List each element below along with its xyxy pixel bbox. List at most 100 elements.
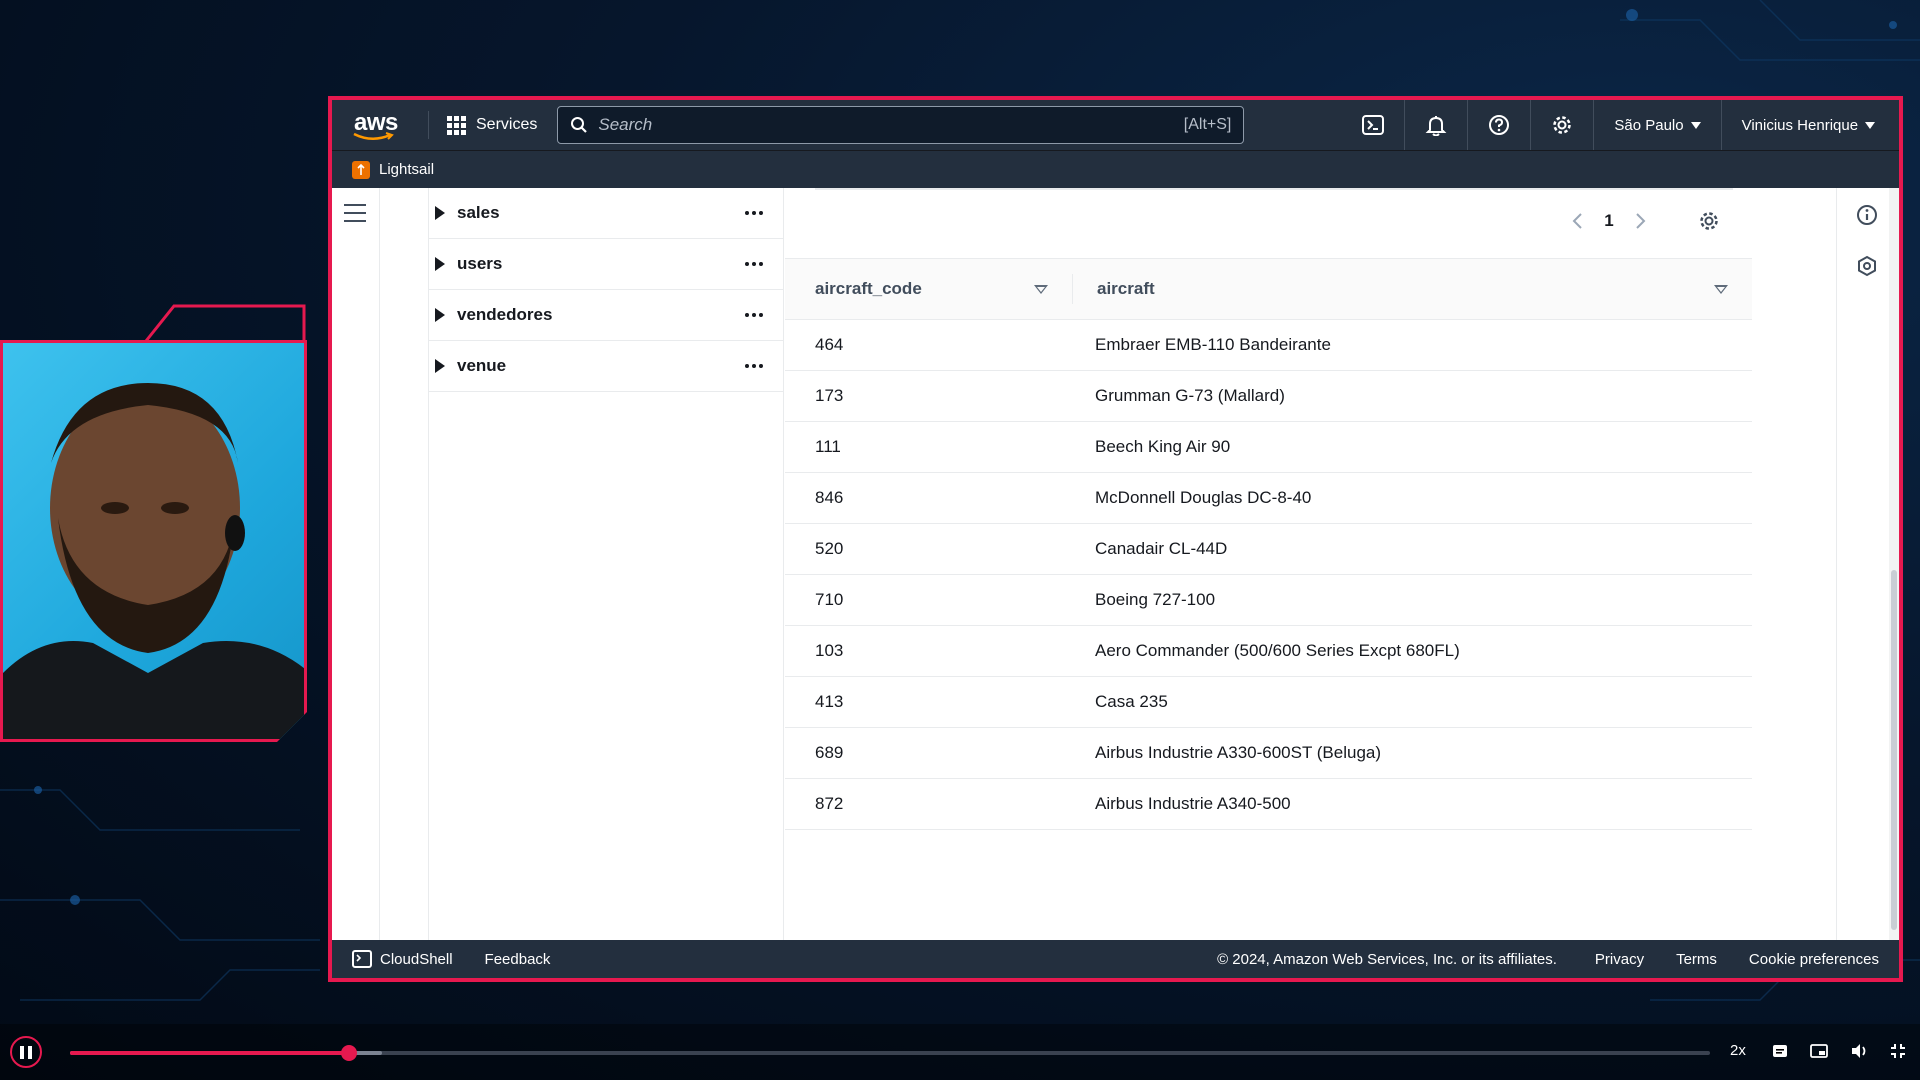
progress-track[interactable] — [70, 1045, 1710, 1061]
video-player-controls: 2x — [0, 1024, 1920, 1080]
progress-knob[interactable] — [340, 1045, 357, 1061]
expand-arrow-icon[interactable] — [435, 359, 445, 373]
aws-smile-icon — [353, 132, 394, 140]
expand-arrow-icon[interactable] — [435, 308, 445, 322]
volume-icon[interactable] — [1850, 1043, 1868, 1063]
chevron-right-icon — [1636, 213, 1646, 229]
cell-aircraft: Boeing 727-100 — [1095, 590, 1216, 609]
more-actions-icon[interactable] — [745, 313, 763, 317]
cell-aircraft-code: 413 — [815, 692, 844, 711]
expand-arrow-icon[interactable] — [435, 257, 445, 271]
lightsail-icon — [352, 160, 370, 179]
page-scrollbar[interactable] — [1889, 188, 1899, 940]
column-header-aircraft-code[interactable]: aircraft_code — [785, 274, 1073, 304]
cell-aircraft-code: 872 — [815, 794, 844, 813]
services-menu-button[interactable]: Services — [428, 111, 537, 139]
scrollbar-thumb[interactable] — [1891, 570, 1897, 930]
lightsail-shortcut[interactable]: Lightsail — [379, 161, 434, 178]
chevron-left-icon — [1572, 213, 1582, 229]
more-actions-icon[interactable] — [745, 262, 763, 266]
notifications-button[interactable] — [1405, 100, 1469, 150]
table-row: 872 Airbus Industrie A340-500 — [785, 779, 1752, 830]
cell-aircraft-code: 520 — [815, 539, 844, 558]
gear-icon — [1700, 212, 1718, 230]
sort-icon[interactable] — [1034, 285, 1048, 294]
cell-aircraft: Beech King Air 90 — [1095, 437, 1231, 456]
captions-icon[interactable] — [1772, 1044, 1788, 1062]
table-row: 520 Canadair CL-44D — [785, 524, 1752, 575]
cell-aircraft: Grumman G-73 (Mallard) — [1095, 386, 1285, 405]
terms-link[interactable]: Terms — [1676, 951, 1717, 968]
picture-in-picture-icon[interactable] — [1810, 1044, 1828, 1062]
table-row: 103 Aero Commander (500/600 Series Excpt … — [785, 626, 1752, 677]
column-header-label: aircraft — [1097, 279, 1155, 298]
caret-down-icon — [1865, 121, 1876, 129]
table-row: 413 Casa 235 — [785, 677, 1752, 728]
region-selector[interactable]: São Paulo — [1594, 100, 1722, 150]
sort-icon[interactable] — [1714, 285, 1728, 294]
tree-item-users[interactable]: users — [429, 239, 783, 290]
tree-item-label: users — [457, 254, 503, 273]
cell-aircraft-code: 103 — [815, 641, 844, 660]
tree-item-venue[interactable]: venue — [429, 341, 783, 392]
column-header-aircraft[interactable]: aircraft — [1073, 259, 1752, 319]
more-actions-icon[interactable] — [745, 364, 763, 368]
next-page-button[interactable] — [1626, 206, 1656, 236]
cell-aircraft-code: 689 — [815, 743, 844, 762]
help-button[interactable] — [1468, 100, 1532, 150]
nav-icon-group: São Paulo Vinicius Henrique — [1342, 100, 1895, 150]
previous-page-button[interactable] — [1562, 206, 1592, 236]
table-row: 464 Embraer EMB-110 Bandeirante — [785, 320, 1752, 371]
fullscreen-exit-icon[interactable] — [1890, 1043, 1906, 1063]
right-tools-rail — [1836, 188, 1896, 940]
more-actions-icon[interactable] — [745, 211, 763, 215]
played-bar — [70, 1051, 349, 1055]
cloudshell-link[interactable]: CloudShell — [380, 951, 453, 968]
pause-button[interactable] — [10, 1036, 42, 1068]
tools-icon[interactable] — [1855, 254, 1879, 278]
search-box[interactable]: [Alt+S] — [557, 106, 1245, 144]
tree-item-sales[interactable]: sales — [429, 188, 783, 239]
cookie-preferences-link[interactable]: Cookie preferences — [1749, 951, 1879, 968]
query-results-panel: 1 aircraft_code aircraft 464 Embraer EMB… — [785, 188, 1784, 940]
cell-aircraft: Embraer EMB-110 Bandeirante — [1095, 335, 1331, 354]
cloudshell-nav-button[interactable] — [1342, 100, 1406, 150]
search-shortcut-hint: [Alt+S] — [1183, 116, 1232, 133]
help-icon — [1489, 115, 1510, 135]
cell-aircraft: Aero Commander (500/600 Series Excpt 680… — [1095, 641, 1460, 660]
info-icon[interactable] — [1855, 203, 1879, 227]
divider — [815, 188, 1733, 190]
account-menu[interactable]: Vinicius Henrique — [1722, 100, 1895, 150]
table-row: 689 Airbus Industrie A330-600ST (Beluga) — [785, 728, 1752, 779]
cell-aircraft: Canadair CL-44D — [1095, 539, 1228, 558]
feedback-link[interactable]: Feedback — [485, 951, 551, 968]
search-input[interactable] — [598, 115, 1184, 135]
expand-arrow-icon[interactable] — [435, 206, 445, 220]
table-preferences-button[interactable] — [1694, 206, 1724, 236]
cell-aircraft-code: 710 — [815, 590, 844, 609]
bell-icon — [1425, 116, 1447, 136]
gear-icon — [1553, 116, 1572, 134]
cell-aircraft: Airbus Industrie A330-600ST (Beluga) — [1095, 743, 1382, 762]
tree-item-label: vendedores — [457, 305, 553, 324]
pagination: 1 — [1562, 206, 1724, 236]
tree-item-vendedores[interactable]: vendedores — [429, 290, 783, 341]
playback-speed-button[interactable]: 2x — [1730, 1042, 1746, 1059]
top-navigation: aws Services [Alt+S] — [332, 100, 1899, 150]
cell-aircraft-code: 846 — [815, 488, 844, 507]
account-user-label: Vinicius Henrique — [1741, 116, 1859, 134]
menu-hamburger-icon[interactable] — [344, 204, 366, 228]
cell-aircraft: Casa 235 — [1095, 692, 1168, 711]
aws-logo[interactable]: aws — [350, 105, 414, 145]
cell-aircraft: McDonnell Douglas DC-8-40 — [1095, 488, 1312, 507]
caret-down-icon — [1690, 121, 1701, 129]
cloudshell-icon — [352, 950, 372, 968]
tree-item-label: sales — [457, 203, 500, 222]
privacy-link[interactable]: Privacy — [1595, 951, 1644, 968]
settings-button[interactable] — [1531, 100, 1595, 150]
service-favorites-bar: Lightsail — [332, 150, 1899, 188]
current-page-number[interactable]: 1 — [1592, 211, 1626, 231]
left-navigation-rail — [332, 188, 380, 940]
webcam-feed — [0, 340, 307, 742]
services-label: Services — [476, 116, 538, 133]
